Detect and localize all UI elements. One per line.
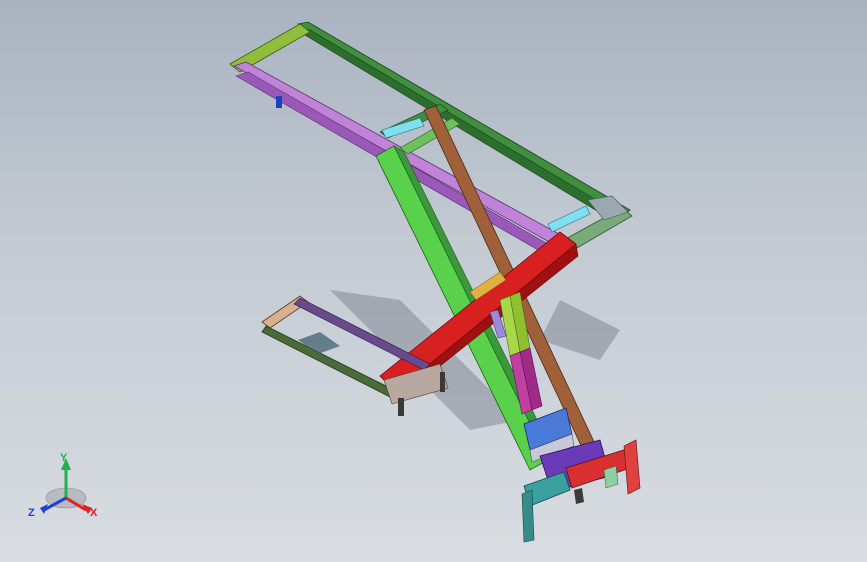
scissor-lift-model[interactable]: Y X Z	[0, 0, 867, 562]
z-axis-label: Z	[28, 507, 35, 519]
base-leg-right	[440, 372, 445, 392]
base-leg-left	[398, 398, 404, 416]
cad-viewport[interactable]: Y X Z	[0, 0, 867, 562]
y-axis-label: Y	[60, 452, 68, 464]
axis-triad[interactable]: Y X Z	[28, 452, 98, 519]
x-axis-label: X	[90, 507, 98, 519]
blue-tab	[276, 96, 282, 108]
